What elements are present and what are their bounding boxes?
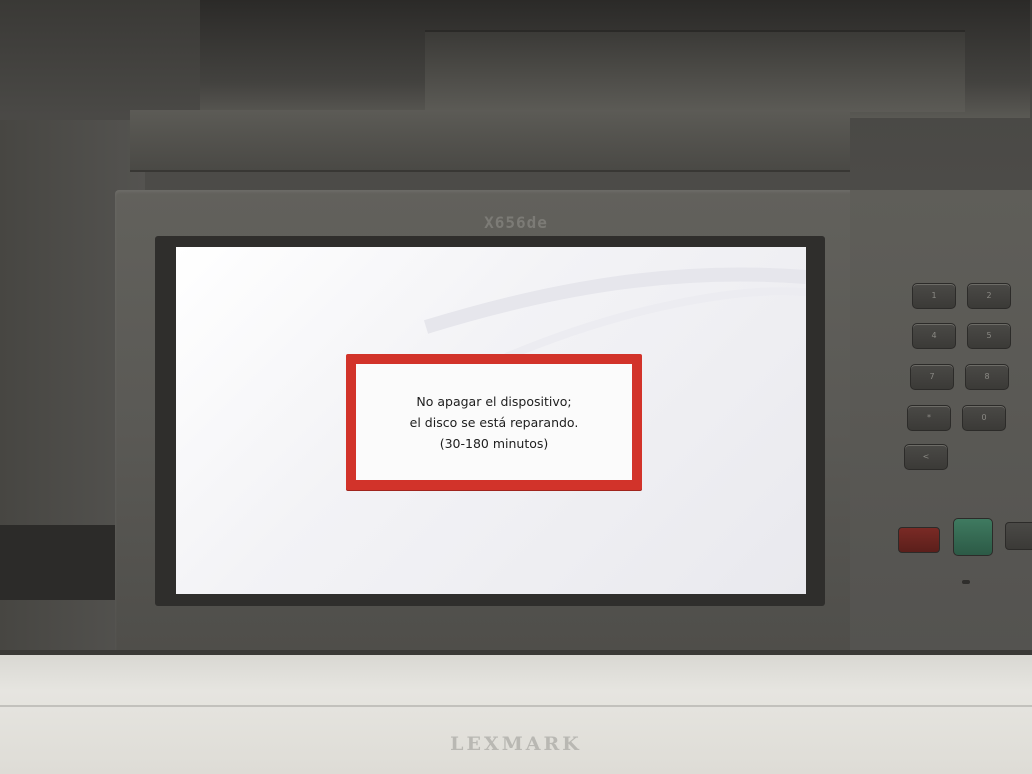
- keypad-key-4[interactable]: 4: [912, 323, 956, 349]
- stop-button[interactable]: [898, 527, 940, 553]
- keypad-key-8[interactable]: 8: [965, 364, 1009, 390]
- keypad-key-0[interactable]: 0: [962, 405, 1006, 431]
- printer-top-lip: [130, 110, 850, 172]
- keypad-key-back[interactable]: <: [904, 444, 948, 470]
- keypad-right-button[interactable]: [1005, 522, 1032, 550]
- warning-dialog: No apagar el dispositivo; el disco se es…: [346, 354, 642, 490]
- touch-screen[interactable]: No apagar el dispositivo; el disco se es…: [176, 247, 806, 594]
- printer-base: [0, 655, 1032, 774]
- keypad-key-star[interactable]: *: [907, 405, 951, 431]
- warning-message-line-2: el disco se está reparando.: [409, 414, 579, 430]
- output-tray-slot: [425, 30, 965, 112]
- keypad-key-5[interactable]: 5: [967, 323, 1011, 349]
- keypad-key-7[interactable]: 7: [910, 364, 954, 390]
- warning-message-line-1: No apagar el dispositivo;: [416, 393, 572, 409]
- keypad-key-2[interactable]: 2: [967, 283, 1011, 309]
- status-indicator: [962, 580, 970, 584]
- printer-base-seam: [0, 705, 1032, 707]
- output-tray: [200, 0, 1030, 118]
- warning-dialog-body: No apagar el dispositivo; el disco se es…: [356, 364, 632, 480]
- start-button[interactable]: [953, 518, 993, 556]
- keypad-key-1[interactable]: 1: [912, 283, 956, 309]
- warning-message-line-3: (30-180 minutos): [439, 435, 549, 451]
- printer-photo: X656de No apagar el dispositivo; el disc…: [0, 0, 1032, 774]
- brand-logo: LEXMARK: [450, 733, 582, 755]
